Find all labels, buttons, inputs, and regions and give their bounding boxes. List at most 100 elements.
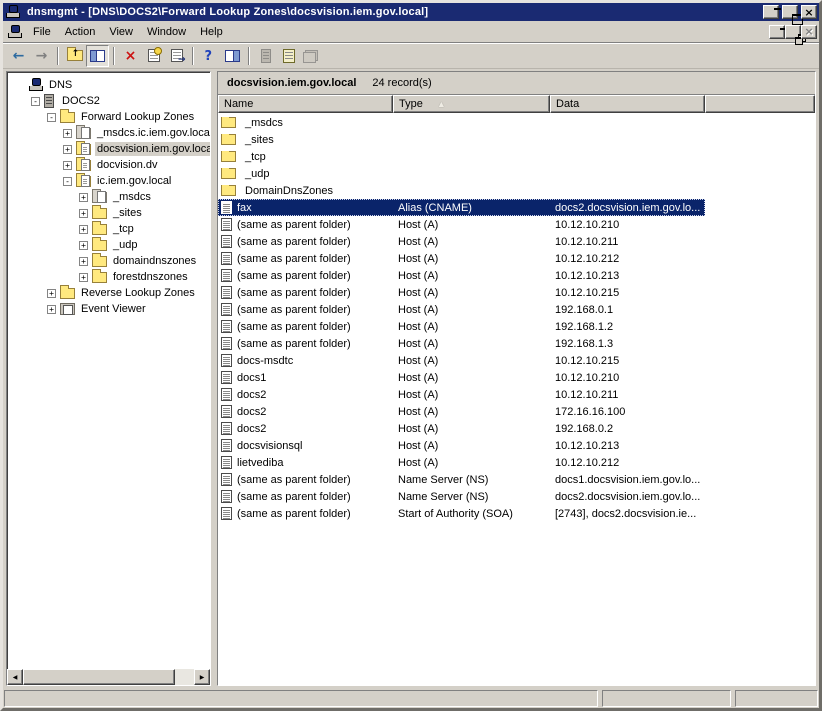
layered-windows-button[interactable] <box>300 45 323 67</box>
record-row[interactable]: (same as parent folder)Host (A)192.168.1… <box>218 335 815 352</box>
expand-icon[interactable]: + <box>63 129 72 138</box>
record-row[interactable]: _udp <box>218 165 815 182</box>
record-row[interactable]: docs-msdtcHost (A)10.12.10.215 <box>218 352 815 369</box>
record-row[interactable]: (same as parent folder)Host (A)10.12.10.… <box>218 250 815 267</box>
column-header-empty[interactable] <box>705 95 815 113</box>
record-row[interactable]: (same as parent folder)Host (A)192.168.1… <box>218 318 815 335</box>
expand-icon[interactable]: + <box>79 193 88 202</box>
record-row[interactable]: _msdcs <box>218 114 815 131</box>
tree-item-event-viewer[interactable]: +Event Viewer <box>9 301 210 317</box>
menu-file[interactable]: File <box>26 23 58 41</box>
clipboard-button[interactable] <box>277 45 300 67</box>
maximize-button[interactable] <box>782 5 798 19</box>
expand-icon[interactable]: + <box>79 225 88 234</box>
record-icon <box>221 490 232 503</box>
child-close-button[interactable]: × <box>801 25 817 39</box>
record-row[interactable]: (same as parent folder)Name Server (NS)d… <box>218 488 815 505</box>
record-row[interactable]: (same as parent folder)Host (A)10.12.10.… <box>218 233 815 250</box>
tree-item-dns[interactable]: DNS <box>9 77 210 93</box>
scroll-right-button[interactable]: ▶ <box>194 669 210 685</box>
menu-view[interactable]: View <box>102 23 140 41</box>
expand-icon[interactable]: + <box>79 257 88 266</box>
tree-item-docsvision-iem-gov-local[interactable]: +docsvision.iem.gov.local <box>9 141 210 157</box>
collapse-icon[interactable]: - <box>63 177 72 186</box>
delete-button[interactable]: × <box>119 45 142 67</box>
record-name: docsvisionsql <box>237 440 302 452</box>
record-row[interactable]: _tcp <box>218 148 815 165</box>
record-type: Name Server (NS) <box>393 491 550 503</box>
up-one-level-button[interactable] <box>63 45 86 67</box>
record-row[interactable]: _sites <box>218 131 815 148</box>
menu-window[interactable]: Window <box>140 23 193 41</box>
record-data: 192.168.1.3 <box>550 338 705 350</box>
title-bar: dnsmgmt - [DNS\DOCS2\Forward Lookup Zone… <box>3 3 819 21</box>
tree-item-docvision-dv[interactable]: +docvision.dv <box>9 157 210 173</box>
tree-item-sites[interactable]: +_sites <box>9 205 210 221</box>
expand-icon[interactable]: + <box>63 145 72 154</box>
child-restore-button[interactable] <box>785 25 801 39</box>
record-row[interactable]: (same as parent folder)Host (A)10.12.10.… <box>218 284 815 301</box>
record-icon <box>221 303 232 316</box>
scroll-track[interactable] <box>175 669 194 685</box>
column-header-name[interactable]: Name <box>218 95 393 113</box>
tree-item-forward-lookup-zones[interactable]: -Forward Lookup Zones <box>9 109 210 125</box>
help-button[interactable] <box>198 45 221 67</box>
tree-item-tcp[interactable]: +_tcp <box>9 221 210 237</box>
record-row[interactable]: docsvisionsqlHost (A)10.12.10.213 <box>218 437 815 454</box>
properties-button[interactable] <box>142 45 165 67</box>
tree-item-ic-iem-gov-local[interactable]: -ic.iem.gov.local <box>9 173 210 189</box>
record-icon <box>221 354 232 367</box>
expand-icon[interactable]: + <box>47 305 56 314</box>
show-detail-pane-button[interactable] <box>221 45 244 67</box>
close-button[interactable]: × <box>801 5 817 19</box>
expand-icon[interactable]: + <box>47 289 56 298</box>
back-button[interactable]: ← <box>7 45 30 67</box>
record-name-cell: DomainDnsZones <box>218 185 393 197</box>
tree-item-msdcs[interactable]: +_msdcs <box>9 189 210 205</box>
zonegray-icon <box>92 192 107 203</box>
expand-icon[interactable]: + <box>79 209 88 218</box>
expand-icon[interactable]: + <box>79 241 88 250</box>
child-minimize-button[interactable] <box>769 25 785 39</box>
show-console-tree-button[interactable] <box>86 45 109 67</box>
collapse-icon[interactable]: - <box>47 113 56 122</box>
record-row[interactable]: docs1Host (A)10.12.10.210 <box>218 369 815 386</box>
record-row[interactable]: docs2Host (A)192.168.0.2 <box>218 420 815 437</box>
record-row[interactable]: lietvedibaHost (A)10.12.10.212 <box>218 454 815 471</box>
scroll-left-button[interactable]: ◀ <box>7 669 23 685</box>
tree-item-reverse-lookup-zones[interactable]: +Reverse Lookup Zones <box>9 285 210 301</box>
tree-item-domaindnszones[interactable]: +domaindnszones <box>9 253 210 269</box>
column-header-data[interactable]: Data <box>550 95 705 113</box>
record-row[interactable]: (same as parent folder)Name Server (NS)d… <box>218 471 815 488</box>
expand-icon[interactable]: + <box>79 273 88 282</box>
record-name-cell: _udp <box>218 168 393 180</box>
record-row[interactable]: docs2Host (A)172.16.16.100 <box>218 403 815 420</box>
server-button[interactable] <box>254 45 277 67</box>
menu-action[interactable]: Action <box>58 23 103 41</box>
forward-button[interactable]: → <box>30 45 53 67</box>
collapse-icon[interactable]: - <box>31 97 40 106</box>
record-row[interactable]: (same as parent folder)Host (A)10.12.10.… <box>218 216 815 233</box>
record-row[interactable]: (same as parent folder)Host (A)192.168.0… <box>218 301 815 318</box>
scroll-thumb[interactable] <box>23 669 175 685</box>
tree-item-udp[interactable]: +_udp <box>9 237 210 253</box>
column-header-type[interactable]: Type▲ <box>393 95 550 113</box>
record-type: Host (A) <box>393 406 550 418</box>
record-row-selected[interactable]: faxAlias (CNAME)docs2.docsvision.iem.gov… <box>218 199 705 216</box>
record-row[interactable]: DomainDnsZones <box>218 182 815 199</box>
export-list-button[interactable] <box>165 45 188 67</box>
menu-help[interactable]: Help <box>193 23 230 41</box>
tree-horizontal-scrollbar[interactable]: ◀ ▶ <box>7 669 210 685</box>
expand-icon[interactable]: + <box>63 161 72 170</box>
status-panel-2 <box>602 690 731 707</box>
minimize-button[interactable] <box>763 5 779 19</box>
record-data: 10.12.10.215 <box>550 287 705 299</box>
record-row[interactable]: (same as parent folder)Start of Authorit… <box>218 505 815 522</box>
tree-item-docs2[interactable]: -DOCS2 <box>9 93 210 109</box>
tree-item-forestdnszones[interactable]: +forestdnszones <box>9 269 210 285</box>
record-name: _sites <box>245 134 274 146</box>
record-name: docs2 <box>237 406 266 418</box>
record-row[interactable]: (same as parent folder)Host (A)10.12.10.… <box>218 267 815 284</box>
tree-item-msdcs-ic-iem-gov-local[interactable]: +_msdcs.ic.iem.gov.local <box>9 125 210 141</box>
record-row[interactable]: docs2Host (A)10.12.10.211 <box>218 386 815 403</box>
